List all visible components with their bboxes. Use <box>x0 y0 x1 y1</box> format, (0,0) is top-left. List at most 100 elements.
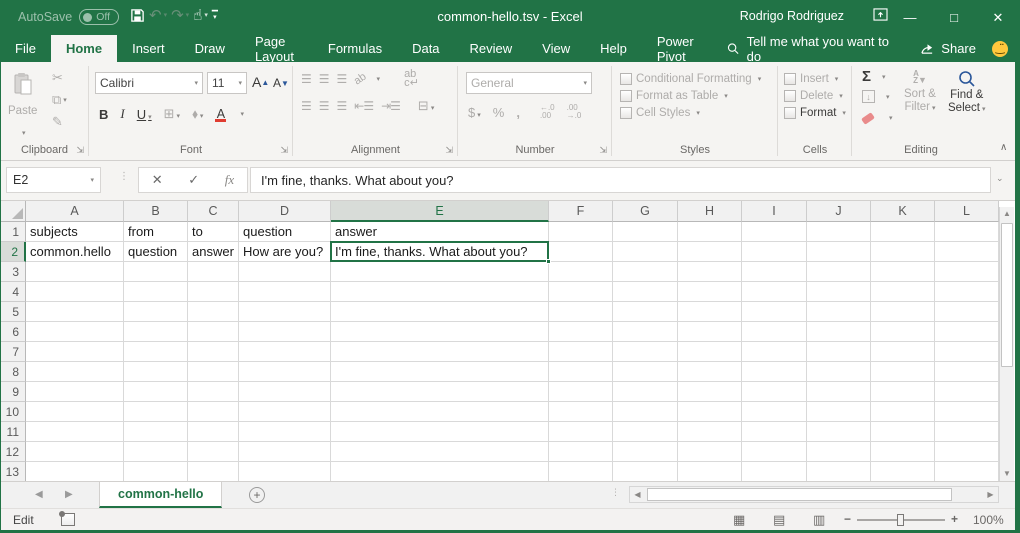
formula-bar-grip[interactable]: ⋮ <box>119 171 130 182</box>
font-color-icon[interactable]: A <box>215 107 226 122</box>
cell-A2[interactable]: common.hello <box>26 242 124 262</box>
clear-button[interactable]: ▾ <box>862 114 893 122</box>
formula-bar-expand-icon[interactable]: ⌄ <box>996 173 1004 184</box>
borders-icon[interactable]: ⊞▾ <box>164 106 180 122</box>
paste-button[interactable]: Paste ▾ <box>8 72 37 140</box>
minimize-button[interactable]: — <box>888 0 932 35</box>
column-header-G[interactable]: G <box>613 201 678 222</box>
select-all-corner[interactable] <box>1 201 26 222</box>
macro-record-icon[interactable] <box>61 513 75 526</box>
fill-button[interactable]: ↓▾ <box>862 90 890 103</box>
bottom-align-icon[interactable]: ☰ <box>337 72 347 86</box>
column-header-D[interactable]: D <box>239 201 331 222</box>
align-right-icon[interactable]: ☰ <box>337 99 347 113</box>
zoom-out-icon[interactable]: − <box>844 512 851 526</box>
row-header-1[interactable]: 1 <box>1 222 26 242</box>
ribbon-tab-data[interactable]: Data <box>397 35 454 62</box>
name-box[interactable]: E2 ▾ <box>6 167 101 193</box>
font-size-combo[interactable]: 11▾ <box>207 72 247 94</box>
scroll-down-icon[interactable]: ▼ <box>1000 467 1014 481</box>
decrease-indent-icon[interactable]: ⇤☰ <box>354 99 373 113</box>
cancel-entry-icon[interactable]: ✕ <box>152 172 163 188</box>
row-header-13[interactable]: 13 <box>1 462 26 481</box>
page-layout-view-icon[interactable]: ▤ <box>773 512 785 528</box>
cell-D2[interactable]: How are you? <box>239 242 331 262</box>
alignment-dialog-launcher-icon[interactable]: ⇲ <box>445 145 453 156</box>
ribbon-tab-power-pivot[interactable]: Power Pivot <box>642 35 713 62</box>
column-header-I[interactable]: I <box>742 201 807 222</box>
tell-me-box[interactable]: Tell me what you want to do <box>713 35 909 62</box>
scroll-right-icon[interactable]: ▶ <box>983 488 998 501</box>
cells-item-delete[interactable]: Delete▾ <box>784 87 846 104</box>
vertical-scrollbar[interactable]: ▲ ▼ <box>999 207 1014 481</box>
row-header-4[interactable]: 4 <box>1 282 26 302</box>
top-align-icon[interactable]: ☰ <box>301 72 311 86</box>
column-header-F[interactable]: F <box>549 201 613 222</box>
maximize-button[interactable]: □ <box>932 0 976 35</box>
sort-filter-button[interactable]: AZ▼ Sort & Filter▾ <box>904 70 936 115</box>
ribbon-tab-help[interactable]: Help <box>585 35 642 62</box>
formula-input[interactable]: I'm fine, thanks. What about you? <box>250 167 991 193</box>
row-header-6[interactable]: 6 <box>1 322 26 342</box>
styles-item-format-as-table[interactable]: Format as Table▾ <box>620 87 761 104</box>
increase-indent-icon[interactable]: ⇥☰ <box>381 99 400 113</box>
ribbon-tab-view[interactable]: View <box>527 35 585 62</box>
column-header-A[interactable]: A <box>26 201 124 222</box>
bold-button[interactable]: B <box>99 107 108 122</box>
sheet-nav-left-icon[interactable]: ◀ <box>35 489 43 500</box>
row-header-5[interactable]: 5 <box>1 302 26 322</box>
ribbon-tab-page-layout[interactable]: Page Layout <box>240 35 313 62</box>
merge-center-icon[interactable]: ⊟▾ <box>418 98 434 114</box>
number-dialog-launcher-icon[interactable]: ⇲ <box>599 145 607 156</box>
styles-item-cell-styles[interactable]: Cell Styles▾ <box>620 104 761 121</box>
row-header-10[interactable]: 10 <box>1 402 26 422</box>
number-format-combo[interactable]: General▾ <box>466 72 592 94</box>
cells-item-insert[interactable]: Insert▾ <box>784 70 846 87</box>
cell-C1[interactable]: to <box>188 222 239 242</box>
accounting-format-icon[interactable]: $▾ <box>468 105 481 120</box>
row-header-2[interactable]: 2 <box>1 242 26 262</box>
cells-item-format[interactable]: Format▾ <box>784 104 846 121</box>
normal-view-icon[interactable]: ▦ <box>733 512 745 528</box>
scroll-up-icon[interactable]: ▲ <box>1000 207 1014 221</box>
align-center-icon[interactable]: ☰ <box>319 99 329 113</box>
copy-icon[interactable]: ⧉▾ <box>52 92 67 108</box>
share-button[interactable]: Share <box>908 35 988 62</box>
ribbon-display-options-icon[interactable] <box>873 8 888 21</box>
row-header-7[interactable]: 7 <box>1 342 26 362</box>
cut-icon[interactable]: ✂ <box>52 70 63 86</box>
fill-handle[interactable] <box>546 259 551 264</box>
cell-B2[interactable]: question <box>124 242 188 262</box>
ribbon-tab-review[interactable]: Review <box>455 35 528 62</box>
zoom-in-icon[interactable]: + <box>951 512 958 526</box>
cell-D1[interactable]: question <box>239 222 331 242</box>
column-header-H[interactable]: H <box>678 201 742 222</box>
cell-A1[interactable]: subjects <box>26 222 124 242</box>
font-family-combo[interactable]: Calibri▾ <box>95 72 203 94</box>
cell-E1[interactable]: answer <box>331 222 549 242</box>
fill-color-icon[interactable]: ⬧▾ <box>192 106 203 122</box>
column-header-C[interactable]: C <box>188 201 239 222</box>
horizontal-scroll-thumb[interactable] <box>647 488 952 501</box>
decrease-font-icon[interactable]: A▼ <box>273 76 289 90</box>
row-header-9[interactable]: 9 <box>1 382 26 402</box>
column-header-L[interactable]: L <box>935 201 999 222</box>
worksheet-grid[interactable]: ABCDEFGHIJKL12345678910111213subjectsfro… <box>1 201 1015 481</box>
autosum-button[interactable]: Σ▾ <box>862 68 886 85</box>
row-header-12[interactable]: 12 <box>1 442 26 462</box>
page-break-view-icon[interactable]: ▥ <box>813 512 825 528</box>
font-dialog-launcher-icon[interactable]: ⇲ <box>280 145 288 156</box>
zoom-level[interactable]: 100% <box>973 513 1004 527</box>
align-left-icon[interactable]: ☰ <box>301 99 311 113</box>
row-header-8[interactable]: 8 <box>1 362 26 382</box>
decrease-decimal-icon[interactable]: .00 →.0 <box>567 104 582 120</box>
column-header-J[interactable]: J <box>807 201 871 222</box>
insert-function-icon[interactable]: fx <box>225 172 234 188</box>
comma-style-icon[interactable]: , <box>516 105 520 120</box>
ribbon-tab-formulas[interactable]: Formulas <box>313 35 397 62</box>
sheet-tab-common-hello[interactable]: common-hello <box>99 482 222 508</box>
zoom-slider-thumb[interactable] <box>897 514 904 526</box>
font-color-caret[interactable]: ▾ <box>240 110 244 118</box>
vertical-scroll-thumb[interactable] <box>1001 223 1013 367</box>
styles-item-conditional-formatting[interactable]: Conditional Formatting▾ <box>620 70 761 87</box>
